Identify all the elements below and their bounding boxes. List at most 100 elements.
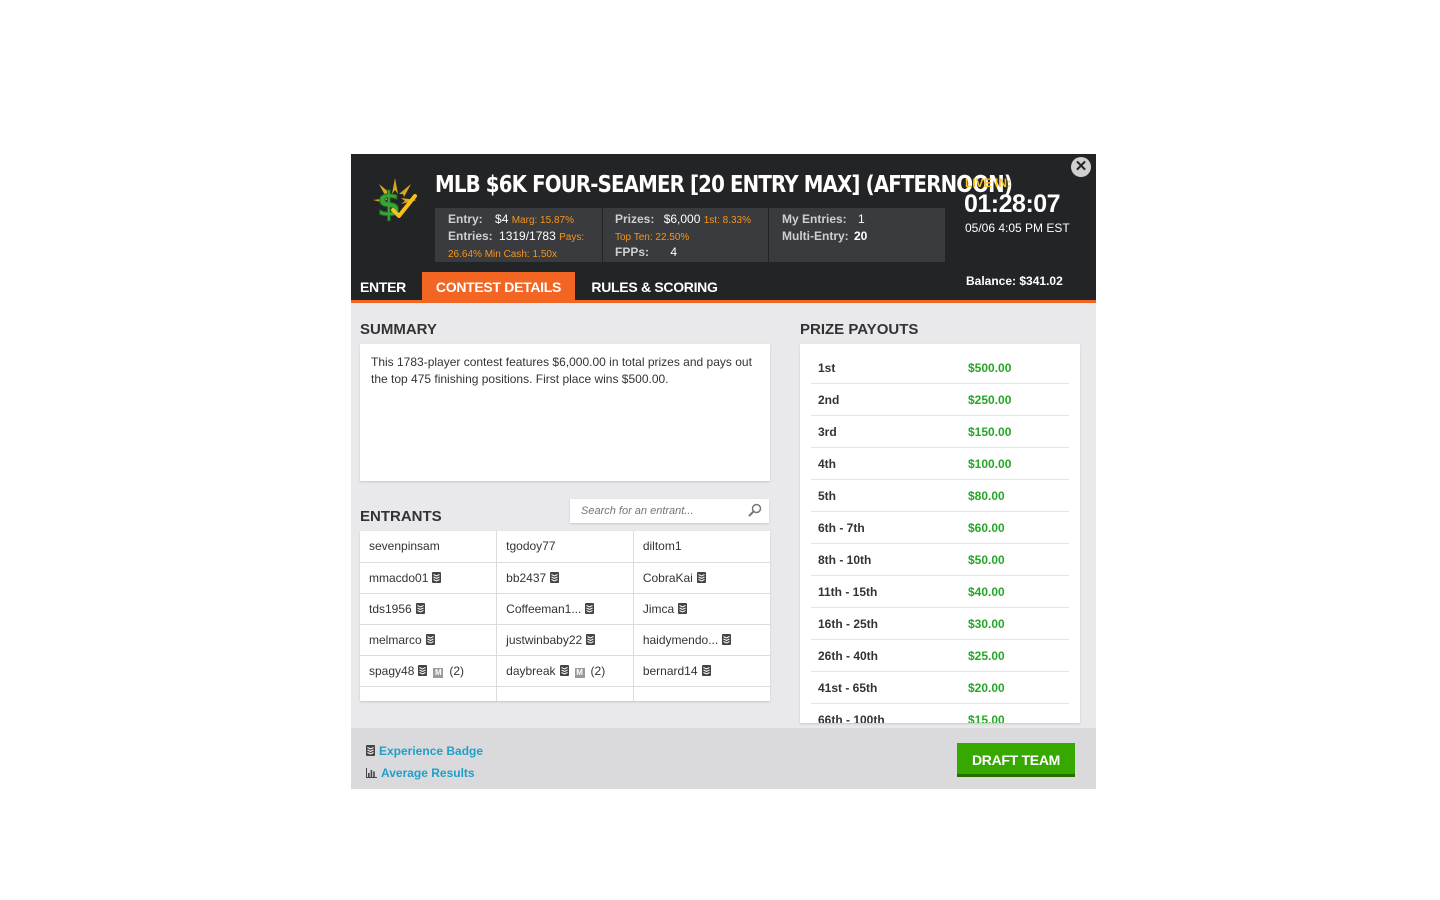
live-in-label: LIVE IN: <box>965 176 1012 190</box>
entrant-cell[interactable]: sevenpinsam <box>360 531 498 563</box>
entrant-name: sevenpinsam <box>369 539 440 554</box>
entrant-name: bb2437 <box>506 570 547 585</box>
entrant-name: CobraKai <box>642 570 693 585</box>
payout-row: 26th - 40th $25.00 <box>811 639 1069 672</box>
payout-row: 6th - 7th $60.00 <box>811 511 1069 544</box>
summary-box: This 1783-player contest features $6,000… <box>360 344 770 481</box>
multi-entry-count: (2) <box>590 663 606 678</box>
entrant-row: sevenpinsam tgodoy77 diltom1 <box>360 531 770 563</box>
balance-value: $341.02 <box>1019 274 1063 288</box>
entry-fee-value: $4 <box>495 212 509 226</box>
my-entries-value: 1 <box>858 212 865 226</box>
payout-row: 4th $100.00 <box>811 447 1069 480</box>
fpps-label: FPPs: <box>615 245 650 259</box>
payout-place: 6th - 7th <box>811 511 968 544</box>
payout-place: 16th - 25th <box>811 607 968 640</box>
multi-entry-count: (2) <box>449 663 465 678</box>
marg-value: Marg: 15.87% <box>511 215 574 226</box>
payout-amount: $500.00 <box>968 352 1069 384</box>
entrant-cell[interactable]: bb2437 <box>496 562 634 594</box>
multi-entry-value: 20 <box>854 229 868 243</box>
live-date: 05/06 4:05 PM EST <box>965 221 1070 235</box>
dollar-check-logo-icon: $ <box>373 178 417 224</box>
entrant-row <box>360 686 770 701</box>
entrant-cell[interactable]: daybreak M (2) <box>496 655 634 687</box>
entrants-title: ENTRANTS <box>360 508 442 525</box>
experience-badge-icon <box>550 571 560 583</box>
entrant-cell[interactable]: mmacdo01 <box>360 562 498 594</box>
entrant-cell[interactable]: spagy48 M (2) <box>360 655 498 687</box>
payout-row: 11th - 15th $40.00 <box>811 575 1069 608</box>
payout-amount: $80.00 <box>968 479 1069 512</box>
average-results-link[interactable]: Average Results <box>366 766 475 780</box>
tab-contest-details[interactable]: CONTEST DETAILS <box>422 272 575 301</box>
entrant-name: Jimca <box>642 601 675 616</box>
entrant-cell[interactable]: tds1956 <box>360 593 498 625</box>
payout-amount: $25.00 <box>968 639 1069 672</box>
bar-chart-icon <box>366 768 377 778</box>
experience-badge-icon <box>366 745 375 756</box>
entrant-cell[interactable]: diltom1 <box>633 531 770 563</box>
pays-value: 26.64% Min Cash: 1.50x <box>448 249 557 260</box>
search-icon[interactable] <box>748 503 762 517</box>
entry-label: Entry: <box>448 212 483 226</box>
payout-place: 41st - 65th <box>811 671 968 704</box>
entrant-name: melmarco <box>369 632 422 647</box>
tab-underline <box>351 300 1096 303</box>
pays-label: Pays: <box>559 232 585 243</box>
entrant-row: melmarco justwinbaby22 haidymendo... <box>360 624 770 656</box>
entrant-cell[interactable]: haidymendo... <box>633 624 770 656</box>
average-results-label: Average Results <box>381 766 475 780</box>
payout-amount: $20.00 <box>968 671 1069 704</box>
entrant-cell[interactable]: melmarco <box>360 624 498 656</box>
entry-column: Entry: $4 Marg: 15.87% Entries: 1319/178… <box>435 208 602 262</box>
payout-row: 2nd $250.00 <box>811 383 1069 416</box>
entrant-name: tgodoy77 <box>506 539 556 554</box>
entrant-cell[interactable]: Coffeeman1... <box>496 593 634 625</box>
payout-place: 4th <box>811 447 968 480</box>
summary-title: SUMMARY <box>360 321 437 338</box>
countdown-timer: 01:28:07 <box>964 190 1061 218</box>
prizes-label: Prizes: <box>615 212 655 226</box>
entrant-cell[interactable]: Jimca <box>633 593 770 625</box>
entrant-name: spagy48 <box>369 663 415 678</box>
fpps-value: 4 <box>670 245 678 259</box>
payout-amount: $150.00 <box>968 415 1069 448</box>
svg-text:$: $ <box>377 185 401 224</box>
payout-amount: $15.00 <box>968 703 1069 723</box>
payout-place: 26th - 40th <box>811 639 968 672</box>
entrant-cell[interactable]: bernard14 <box>633 655 770 687</box>
contest-modal: $ ✕ MLB $6K FOUR-SEAMER [20 ENTRY MAX] (… <box>351 154 1096 789</box>
entrant-cell <box>496 686 634 701</box>
experience-badge-icon <box>415 602 425 614</box>
entrant-cell[interactable]: tgodoy77 <box>496 531 634 563</box>
entrant-search-input[interactable] <box>579 499 753 523</box>
experience-badge-icon <box>585 602 595 614</box>
experience-badge-icon <box>722 633 732 645</box>
payout-row: 41st - 65th $20.00 <box>811 671 1069 704</box>
entries-label: Entries: <box>448 229 493 243</box>
multi-entry-icon: M <box>433 667 444 678</box>
entrant-name: daybreak <box>506 663 556 678</box>
contest-title: MLB $6K FOUR-SEAMER [20 ENTRY MAX] (AFTE… <box>435 172 1013 198</box>
close-button[interactable]: ✕ <box>1071 157 1091 177</box>
payout-amount: $100.00 <box>968 447 1069 480</box>
payout-place: 11th - 15th <box>811 575 968 608</box>
entrant-cell[interactable]: justwinbaby22 <box>496 624 634 656</box>
prize-payouts-table: 1st $500.00 2nd $250.00 3rd $150.00 4th $100.00… <box>800 344 1080 723</box>
contest-info-panel: Entry: $4 Marg: 15.87% Entries: 1319/178… <box>435 208 945 262</box>
experience-badge-icon <box>696 571 706 583</box>
first-place-pct: 1st: 8.33% <box>703 215 752 226</box>
experience-badge-icon <box>425 633 435 645</box>
entrant-search <box>570 499 769 523</box>
tab-enter[interactable]: ENTER <box>351 272 415 301</box>
entrant-cell[interactable]: CobraKai <box>633 562 770 594</box>
draft-team-button[interactable]: DRAFT TEAM <box>957 743 1075 777</box>
experience-badge-icon <box>559 664 569 676</box>
experience-badge-icon <box>701 664 711 676</box>
entrant-cell <box>633 686 770 701</box>
modal-footer: Experience Badge Average Results DRAFT T… <box>351 728 1096 789</box>
tab-rules-scoring[interactable]: RULES & SCORING <box>582 272 727 301</box>
summary-text: This 1783-player contest features $6,000… <box>371 355 752 386</box>
experience-badge-link[interactable]: Experience Badge <box>366 744 483 758</box>
